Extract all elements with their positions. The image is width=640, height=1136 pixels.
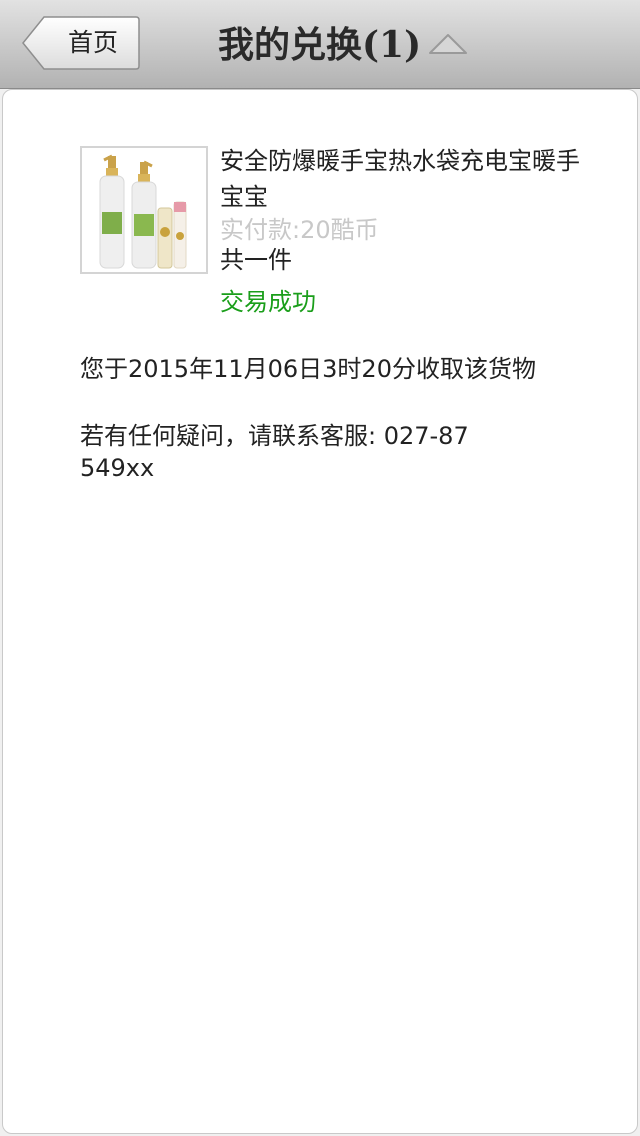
caret-up-icon[interactable] — [428, 32, 468, 56]
order-status: 交易成功 — [220, 288, 316, 316]
customer-service-contact: 若有任何疑问，请联系客服: 027-87549xx — [80, 422, 469, 482]
paid-amount: 实付款:20酷币 — [220, 216, 379, 244]
product-image — [82, 148, 206, 272]
back-button[interactable]: 首页 — [22, 16, 140, 70]
nav-bar: 首页 我的兑换(1) — [0, 0, 640, 89]
back-button-label: 首页 — [67, 28, 118, 57]
product-name[interactable]: 安全防爆暖手宝热水袋充电宝暖手宝宝 — [220, 143, 580, 215]
quantity-text: 共一件 — [220, 246, 292, 274]
received-info: 您于2015年11月06日3时20分收取该货物 — [80, 355, 536, 383]
page-title: 我的兑换(1) — [218, 24, 422, 66]
product-thumbnail[interactable] — [80, 146, 208, 274]
